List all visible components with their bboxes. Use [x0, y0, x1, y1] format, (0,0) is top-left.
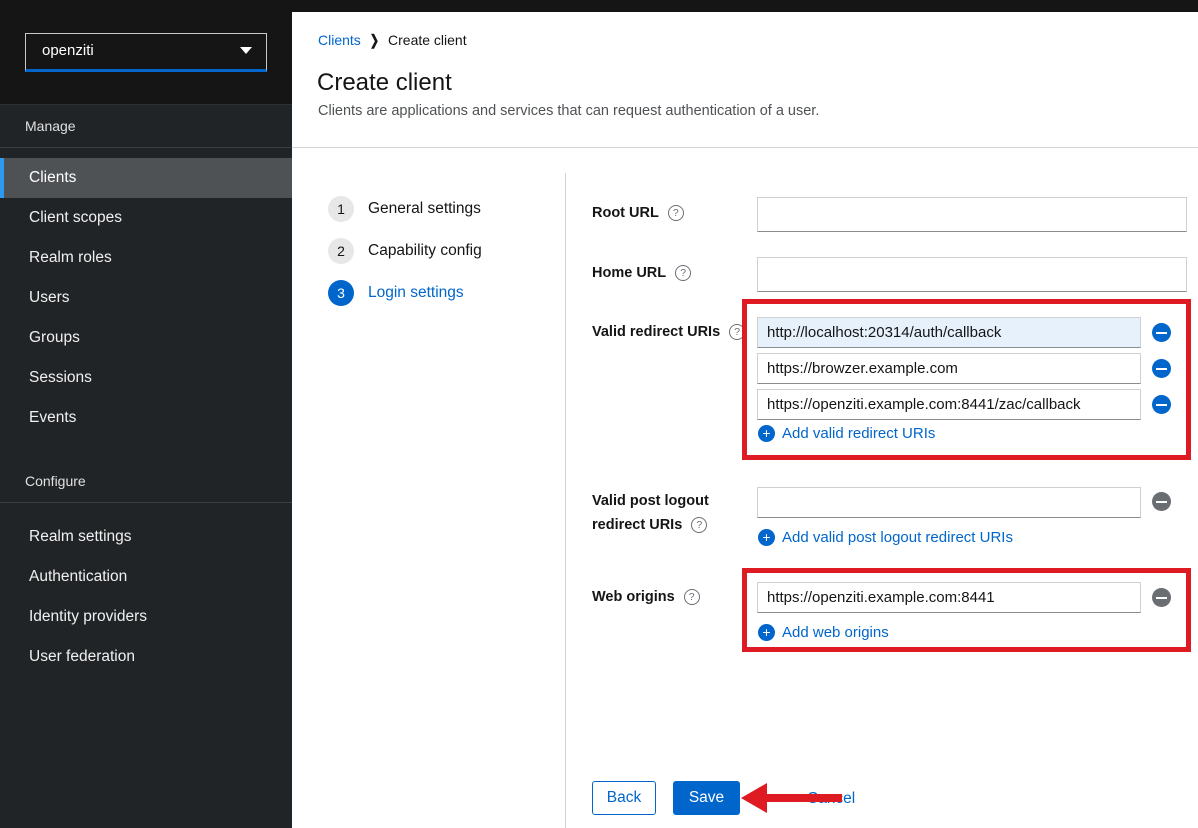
help-icon[interactable]: ?	[729, 324, 745, 340]
root-url-label: Root URL ?	[592, 205, 684, 221]
sidebar: openziti Manage Clients Client scopes Re…	[0, 12, 292, 828]
valid-post-logout-label-line1: Valid post logout	[592, 493, 709, 509]
realm-selector-area: openziti	[0, 12, 292, 105]
valid-redirect-uris-label: Valid redirect URIs ?	[592, 324, 745, 340]
header-divider	[292, 147, 1198, 148]
root-url-input[interactable]	[757, 197, 1187, 232]
breadcrumb-current: Create client	[388, 32, 467, 48]
breadcrumb: Clients ❯ Create client	[318, 32, 467, 48]
wizard-content-divider	[565, 173, 566, 828]
step-label: Login settings	[368, 284, 464, 302]
plus-icon: +	[758, 624, 775, 641]
step-number-badge: 2	[328, 238, 354, 264]
sidebar-item-client-scopes[interactable]: Client scopes	[0, 198, 292, 238]
sidebar-item-clients[interactable]: Clients	[0, 158, 292, 198]
step-label: Capability config	[368, 242, 482, 260]
valid-redirect-uri-input-2[interactable]	[757, 389, 1141, 420]
help-icon[interactable]: ?	[675, 265, 691, 281]
add-valid-redirect-uris-link[interactable]: + Add valid redirect URIs	[758, 425, 935, 442]
nav-list-manage: Clients Client scopes Realm roles Users …	[0, 158, 292, 438]
realm-name: openziti	[42, 42, 94, 59]
breadcrumb-link-clients[interactable]: Clients	[318, 32, 361, 48]
sidebar-item-identity-providers[interactable]: Identity providers	[0, 597, 292, 637]
sidebar-item-sessions[interactable]: Sessions	[0, 358, 292, 398]
help-icon[interactable]: ?	[668, 205, 684, 221]
web-origins-label: Web origins ?	[592, 589, 700, 605]
remove-redirect-uri-2-minus-icon[interactable]	[1152, 395, 1171, 414]
sidebar-item-realm-roles[interactable]: Realm roles	[0, 238, 292, 278]
nav-list-configure: Realm settings Authentication Identity p…	[0, 517, 292, 677]
breadcrumb-chevron-icon: ❯	[370, 32, 379, 49]
sidebar-item-user-federation[interactable]: User federation	[0, 637, 292, 677]
valid-redirect-uri-input-0[interactable]	[757, 317, 1141, 348]
remove-redirect-uri-1-minus-icon[interactable]	[1152, 359, 1171, 378]
step-label: General settings	[368, 200, 481, 218]
sidebar-item-groups[interactable]: Groups	[0, 318, 292, 358]
wizard-step-general-settings[interactable]: 1 General settings	[328, 196, 481, 222]
home-url-label: Home URL ?	[592, 265, 691, 281]
sidebar-item-users[interactable]: Users	[0, 278, 292, 318]
realm-selector-dropdown[interactable]: openziti	[25, 33, 267, 72]
sidebar-item-events[interactable]: Events	[0, 398, 292, 438]
web-origins-input[interactable]	[757, 582, 1141, 613]
arrow-head-icon	[741, 783, 767, 813]
add-valid-post-logout-redirect-uris-link[interactable]: + Add valid post logout redirect URIs	[758, 529, 1013, 546]
nav-section-configure: Configure	[0, 460, 292, 503]
home-url-input[interactable]	[757, 257, 1187, 292]
help-icon[interactable]: ?	[684, 589, 700, 605]
page-description: Clients are applications and services th…	[318, 103, 819, 119]
masthead	[0, 0, 1198, 12]
valid-post-logout-uri-input[interactable]	[757, 487, 1141, 518]
step-number-badge: 1	[328, 196, 354, 222]
step-number-badge: 3	[328, 280, 354, 306]
chevron-down-icon	[240, 47, 252, 54]
keycloak-admin-console: openziti Manage Clients Client scopes Re…	[0, 0, 1198, 828]
wizard-step-login-settings[interactable]: 3 Login settings	[328, 280, 464, 306]
cancel-link[interactable]: Cancel	[807, 790, 855, 808]
plus-icon: +	[758, 529, 775, 546]
wizard-step-capability-config[interactable]: 2 Capability config	[328, 238, 482, 264]
valid-redirect-uri-input-1[interactable]	[757, 353, 1141, 384]
nav-section-manage: Manage	[0, 105, 292, 148]
help-icon[interactable]: ?	[691, 517, 707, 533]
page-title: Create client	[317, 69, 452, 97]
add-web-origins-link[interactable]: + Add web origins	[758, 624, 889, 641]
plus-icon: +	[758, 425, 775, 442]
save-button[interactable]: Save	[673, 781, 740, 815]
back-button[interactable]: Back	[592, 781, 656, 815]
remove-redirect-uri-0-minus-icon[interactable]	[1152, 323, 1171, 342]
sidebar-item-authentication[interactable]: Authentication	[0, 557, 292, 597]
main-content: Clients ❯ Create client Create client Cl…	[292, 12, 1198, 828]
valid-post-logout-label-line2: redirect URIs ?	[592, 517, 707, 533]
remove-web-origin-minus-icon[interactable]	[1152, 588, 1171, 607]
sidebar-item-realm-settings[interactable]: Realm settings	[0, 517, 292, 557]
remove-post-logout-uri-minus-icon[interactable]	[1152, 492, 1171, 511]
